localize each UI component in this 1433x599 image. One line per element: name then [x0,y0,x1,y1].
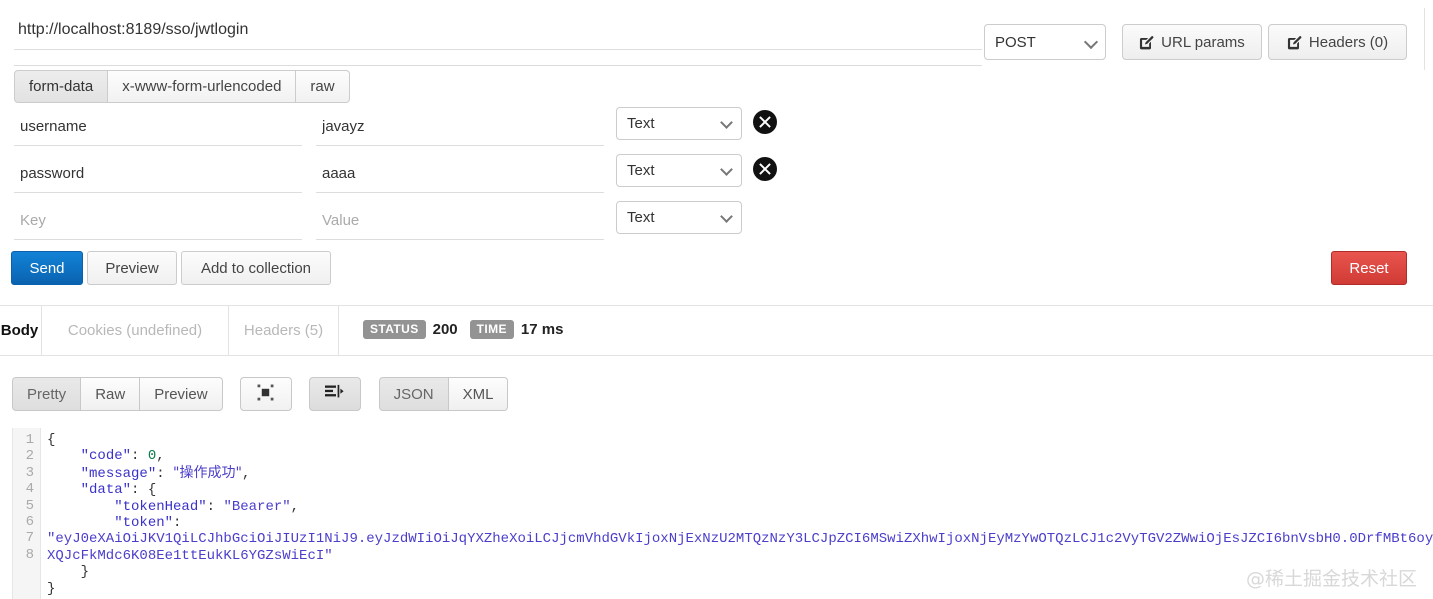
form-data-type-select[interactable]: TextFile [616,154,742,187]
line-number: 2 [25,448,34,465]
status-code-value: 200 [432,321,458,338]
view-mode-button-label: Preview [154,385,208,403]
response-body-viewer[interactable]: 12345678 { "code": 0, "message": "操作成功",… [12,428,1433,599]
json-line: { [47,432,56,448]
view-mode-button-0[interactable]: Pretty [12,377,82,411]
form-data-value-input[interactable] [316,159,604,193]
delete-row-icon[interactable] [752,109,780,137]
time-badge: TIME [469,320,514,339]
body-type-tab-label: raw [310,78,335,95]
json-line: "token": [114,515,182,532]
line-number-gutter: 12345678 [13,428,41,599]
form-data-type-select[interactable]: TextFile [616,107,742,140]
response-status-group: STATUS 200 TIME 17 ms [363,320,568,339]
response-tabs-underline [0,355,1433,356]
headers-count-label: Headers (0) [1308,33,1389,51]
url-params-label: URL params [1161,33,1245,51]
form-data-key-input[interactable] [14,206,302,240]
response-tab-body[interactable]: Body [0,306,42,355]
wrap-lines-icon [325,384,344,405]
form-data-value-input[interactable] [316,206,604,240]
url-underline [14,65,982,66]
form-data-row: TextFile [0,201,800,248]
edit-square-icon [1139,35,1154,50]
line-number: 7 [25,530,34,547]
line-number: 1 [25,432,34,448]
request-url-input[interactable] [14,16,982,50]
line-number: 8 [25,546,34,563]
response-body-toolbar: Pretty Raw Preview JSON XML [12,377,509,411]
body-type-tab-0[interactable]: form-data [14,70,109,103]
view-mode-segmented: Pretty Raw Preview [12,377,223,411]
format-button-0[interactable]: JSON [378,377,449,411]
json-line: } [47,580,56,597]
fullscreen-icon-button[interactable] [239,377,292,411]
top-right-divider [1424,8,1425,70]
edit-square-icon [1287,35,1302,50]
json-line: "eyJ0eXAiOiJKV1QiLCJhbGciOiJIUzI1NiJ9.ey… [47,531,1433,564]
form-data-row: TextFile [0,107,800,154]
json-code-content: { "code": 0, "message": "操作成功", "data": … [47,432,1433,597]
add-to-collection-button[interactable]: Add to collection [181,251,331,285]
headers-button[interactable]: Headers (0) [1268,24,1407,60]
form-data-key-input[interactable] [14,112,302,146]
wrap-lines-icon-button[interactable] [308,377,361,411]
form-data-value-input[interactable] [316,112,604,146]
line-number: 5 [25,497,34,514]
preview-request-button[interactable]: Preview [87,251,177,285]
watermark: @稀土掘金技术社区 [1245,568,1417,590]
delete-row-icon[interactable] [752,156,780,184]
view-mode-button-label: Pretty [27,385,67,403]
body-type-tab-1[interactable]: x-www-form-urlencoded [108,70,297,103]
body-type-tab-label: x-www-form-urlencoded [122,78,282,95]
response-tabs-bar: Body Cookies (undefined) Headers (5) STA… [0,306,1433,356]
json-line: "tokenHead": "Bearer", [114,498,300,515]
time-value: 17 ms [520,321,564,338]
request-url-row: GETPOSTPUTDELETEPATCHHEADOPTIONS URL par… [0,8,1433,70]
view-mode-button-2[interactable]: Preview [140,377,223,411]
response-tab-cookies-label: Cookies (undefined) [67,322,203,339]
form-data-key-input[interactable] [14,159,302,193]
response-tab-cookies[interactable]: Cookies (undefined) [42,306,229,355]
add-to-collection-label: Add to collection [200,259,312,277]
format-button-1[interactable]: XML [448,377,509,411]
json-line: } [80,564,90,581]
format-segmented: JSON XML [378,377,509,411]
body-type-tab-2[interactable]: raw [296,70,350,103]
line-number: 4 [25,481,34,498]
http-client-page: GETPOSTPUTDELETEPATCHHEADOPTIONS URL par… [0,0,1433,599]
view-mode-button-label: Raw [95,385,126,403]
form-data-type-select[interactable]: TextFile [616,201,742,234]
reset-label: Reset [1349,259,1389,277]
body-type-tab-label: form-data [29,78,94,95]
reset-button[interactable]: Reset [1331,251,1407,285]
line-number: 3 [25,464,34,481]
http-method-select[interactable]: GETPOSTPUTDELETEPATCHHEADOPTIONS [984,24,1106,60]
send-button[interactable]: Send [11,251,83,285]
body-type-tabs: form-data x-www-form-urlencoded raw [14,70,350,103]
response-tab-headers-label: Headers (5) [243,322,324,339]
format-button-label: JSON [393,385,434,403]
response-tab-headers[interactable]: Headers (5) [229,306,339,355]
send-label: Send [29,259,65,277]
format-button-label: XML [462,385,494,403]
response-tab-body-label: Body [0,322,39,339]
fullscreen-icon [257,384,274,405]
line-number: 6 [25,513,34,530]
json-line: "message": "操作成功", [80,464,251,482]
json-line: "code": 0, [80,448,165,465]
form-data-row: TextFile [0,154,800,201]
view-mode-button-1[interactable]: Raw [81,377,141,411]
status-badge: STATUS [363,320,426,339]
url-params-button[interactable]: URL params [1122,24,1262,60]
preview-label: Preview [105,259,159,277]
json-line: "data": { [80,482,157,499]
